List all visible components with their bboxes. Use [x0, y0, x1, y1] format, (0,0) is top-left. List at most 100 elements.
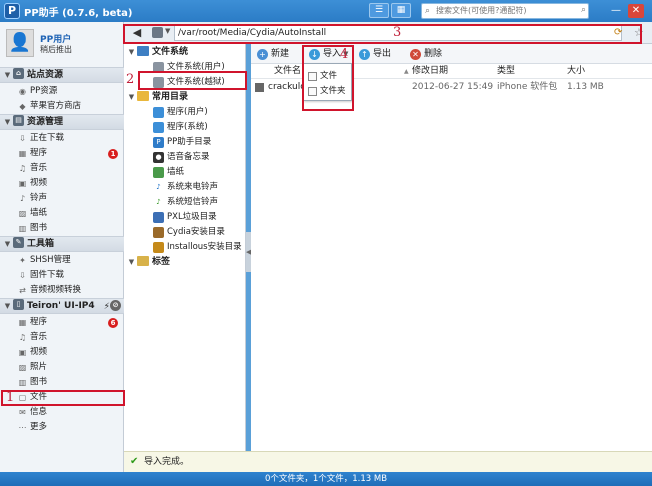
tree-item-pp-dir[interactable]: P PP助手目录 — [124, 135, 246, 150]
section-site-resources[interactable]: ▼ ⌂ 站点资源 — [0, 67, 124, 83]
status-message: 导入完成。 — [144, 457, 190, 467]
folder-icon: ▤ — [13, 115, 24, 126]
video-icon: ▣ — [18, 179, 27, 188]
annotation-number-3: 3 — [393, 25, 402, 40]
tree-item-cydia-install[interactable]: Cydia安装目录 — [124, 225, 246, 240]
row-size: 1.13 MB — [567, 82, 604, 92]
avatar[interactable]: 👤 — [6, 29, 34, 57]
export-button[interactable]: ↑ 导出 — [357, 46, 391, 62]
section-device[interactable]: ▼ ▯ Teiron' UI-IP4 ⚡ ⊘ — [0, 298, 124, 314]
search-input[interactable] — [436, 6, 576, 15]
tree-section-common[interactable]: ▼ 常用目录 — [124, 90, 246, 105]
apps-icon: ▦ — [18, 318, 27, 327]
tree-item-sms-ringtones[interactable]: ♪ 系统短信铃声 — [124, 195, 246, 210]
pp-icon: ◉ — [19, 87, 26, 96]
sidebar-item-downloading[interactable]: ⇩ 正在下载 — [0, 131, 124, 146]
file-list-area — [251, 64, 652, 451]
highlight-box-3 — [123, 24, 642, 44]
message-icon: ✉ — [19, 408, 26, 417]
image-icon: ▨ — [18, 209, 27, 218]
sidebar-item-pp-resources[interactable]: ◉ PP资源 — [0, 84, 124, 99]
annotation-number-2: 2 — [126, 72, 135, 87]
shsh-icon: ✦ — [19, 256, 26, 265]
sidebar-item-device-books[interactable]: ▥ 图书 — [0, 375, 124, 390]
folder-icon — [137, 90, 149, 101]
header-size[interactable]: 大小 — [567, 65, 585, 78]
delete-icon: ✕ — [410, 49, 421, 60]
sidebar-item-shsh[interactable]: ✦ SHSH管理 — [0, 253, 124, 268]
charging-icon: ⚡ — [103, 302, 110, 312]
header-filename[interactable]: 文件名 — [274, 65, 301, 78]
collapse-icon: ▼ — [4, 118, 11, 126]
tree-section-tags[interactable]: ▼ 标签 — [124, 255, 246, 270]
apple-icon: ◆ — [19, 102, 26, 111]
video-icon: ▣ — [18, 348, 27, 357]
list-view-icon[interactable]: ☰ — [369, 3, 389, 18]
row-date: 2012-06-27 15:49 — [412, 82, 494, 92]
highlight-box-2 — [138, 71, 247, 90]
app-folder-icon — [153, 122, 164, 133]
sidebar-item-ringtones[interactable]: ♪ 铃声 — [0, 191, 124, 206]
tag-icon — [137, 255, 149, 266]
sidebar-item-device-apps[interactable]: ▦ 程序 6 — [0, 315, 124, 330]
device-apps-badge: 6 — [108, 318, 118, 328]
tree-item-wallpaper[interactable]: 墙纸 — [124, 165, 246, 180]
sidebar-item-video[interactable]: ▣ 视频 — [0, 176, 124, 191]
sidebar-item-wallpaper[interactable]: ▨ 墙纸 — [0, 206, 124, 221]
search-box[interactable]: ⌕ ⌕ — [421, 3, 589, 19]
tree-item-call-ringtones[interactable]: ♪ 系统来电铃声 — [124, 180, 246, 195]
sidebar-item-device-photos[interactable]: ▨ 照片 — [0, 360, 124, 375]
new-icon: + — [257, 49, 268, 60]
installous-icon — [153, 242, 164, 253]
sidebar-item-app-store[interactable]: ◆ 苹果官方商店 — [0, 99, 124, 114]
minimize-button[interactable]: — — [608, 4, 624, 18]
search-go-icon[interactable]: ⌕ — [581, 5, 586, 15]
book-icon: ▥ — [18, 378, 27, 387]
tree-item-apps-system[interactable]: 程序(系统) — [124, 120, 246, 135]
new-button[interactable]: + 新建 — [255, 46, 289, 62]
collapse-icon: ▼ — [4, 240, 11, 248]
tree-item-apps-user[interactable]: 程序(用户) — [124, 105, 246, 120]
pp-icon: P — [153, 137, 164, 148]
delete-button[interactable]: ✕ 删除 — [408, 46, 442, 62]
sidebar-item-firmware[interactable]: ⇩ 固件下载 — [0, 268, 124, 283]
sidebar-item-device-video[interactable]: ▣ 视频 — [0, 345, 124, 360]
collapse-icon: ▼ — [128, 93, 135, 101]
sidebar-item-device-more[interactable]: ⋯ 更多 — [0, 420, 124, 435]
tree-item-voice-memos[interactable]: ● 语音备忘录 — [124, 150, 246, 165]
toolbox-icon: ✎ — [13, 237, 24, 248]
sidebar-item-apps[interactable]: ▦ 程序 1 — [0, 146, 124, 161]
tree-item-installous[interactable]: Installous安装目录 — [124, 240, 246, 255]
header-type[interactable]: 类型 — [497, 65, 515, 78]
collapse-icon: ▼ — [128, 258, 135, 266]
sidebar-item-av-convert[interactable]: ⇄ 音频视频转换 — [0, 283, 124, 298]
grid-view-icon[interactable]: ▦ — [391, 3, 411, 18]
device-icon: ▯ — [13, 299, 24, 310]
sidebar-item-device-music[interactable]: ♫ 音乐 — [0, 330, 124, 345]
annotation-number-4: 4 — [340, 47, 349, 62]
tree-section-filesystem[interactable]: ▼ 文件系统 — [124, 45, 246, 60]
header-modified-date[interactable]: 修改日期 — [412, 65, 448, 78]
user-login-hint: 稍后推出 — [40, 45, 72, 54]
sidebar-item-music[interactable]: ♫ 音乐 — [0, 161, 124, 176]
more-icon: ⋯ — [18, 423, 27, 432]
cydia-icon — [153, 227, 164, 238]
sidebar-item-books[interactable]: ▥ 图书 — [0, 221, 124, 236]
eject-icon[interactable]: ⊘ — [110, 300, 121, 311]
apps-icon: ▦ — [18, 149, 27, 158]
sidebar-item-device-messages[interactable]: ✉ 信息 — [0, 405, 124, 420]
close-button[interactable]: ✕ — [628, 4, 644, 18]
section-resource-management[interactable]: ▼ ▤ 资源管理 — [0, 114, 124, 130]
music-icon: ♫ — [18, 164, 27, 173]
bell-icon: ♪ — [19, 194, 26, 203]
section-toolbox[interactable]: ▼ ✎ 工具箱 — [0, 236, 124, 252]
tree-item-pxl-trash[interactable]: PXL垃圾目录 — [124, 210, 246, 225]
checkmark-icon: ✔ — [130, 456, 139, 467]
note-icon: ♪ — [153, 182, 164, 193]
summary-footer: 0个文件夹，1个文件，1.13 MB — [0, 472, 652, 486]
photo-icon: ▨ — [18, 363, 27, 372]
download-icon: ⇩ — [19, 134, 26, 143]
trash-icon — [153, 212, 164, 223]
book-icon: ▥ — [18, 224, 27, 233]
collapse-icon: ▼ — [4, 302, 11, 310]
